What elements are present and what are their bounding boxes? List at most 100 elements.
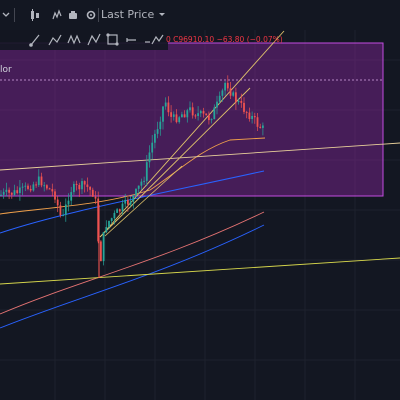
candle-body (240, 101, 243, 103)
candle-body (83, 181, 86, 185)
candle-body (251, 115, 253, 120)
moving-average-red (0, 211, 265, 315)
drawing-toolbar: lor (0, 30, 168, 75)
candle-body (21, 186, 24, 188)
candle-body (145, 162, 148, 181)
candle-body (191, 107, 194, 116)
price-chart[interactable] (0, 0, 400, 400)
candle-body (32, 184, 35, 191)
candle-body (183, 114, 186, 118)
candle-body (94, 196, 97, 199)
candle-body (118, 209, 121, 212)
ohlc-legend: 0 C96910.10 −63.80 (−0.07%) (166, 35, 283, 44)
candle-body (140, 181, 143, 186)
candle-body (70, 192, 73, 201)
candle-body (67, 200, 70, 205)
candle-body (189, 107, 191, 111)
candle-body (194, 115, 197, 117)
candle-body (253, 115, 256, 118)
trendline-support[interactable] (0, 257, 400, 285)
candle-body (40, 176, 43, 186)
candle-body (13, 190, 16, 195)
candle-body (262, 125, 264, 128)
candle-body (121, 203, 124, 212)
candle-body (54, 191, 56, 200)
candle-body (175, 114, 178, 123)
measure-icon[interactable] (151, 34, 164, 45)
candle-body (237, 101, 240, 103)
candle-body (205, 113, 208, 116)
moving-average-blue-lower (0, 224, 265, 329)
path-icon[interactable] (48, 34, 62, 46)
rectangle-icon[interactable] (106, 33, 119, 46)
candle-body (116, 209, 118, 213)
candle-body (154, 133, 156, 143)
candle-body (245, 111, 248, 113)
candle-body (167, 102, 170, 113)
candle-body (151, 142, 154, 153)
candle-body (113, 212, 116, 219)
candle-body (156, 129, 159, 134)
candle-body (226, 82, 229, 89)
candle-body (229, 88, 232, 96)
candle-body (221, 90, 224, 96)
candle-body (127, 199, 129, 205)
candle-body (19, 187, 21, 194)
candle-body (208, 115, 210, 121)
candle-body (5, 189, 8, 192)
candle-body (8, 189, 10, 193)
candle-body (10, 192, 13, 195)
candle-body (75, 183, 78, 185)
candle-body (259, 126, 262, 128)
candle-body (24, 185, 27, 187)
candle-body (197, 113, 199, 117)
candle-body (64, 204, 67, 215)
candle-body (137, 185, 140, 189)
candle-body (105, 227, 108, 233)
candle-body (2, 191, 5, 195)
candle-body (218, 95, 221, 102)
ticker-label: lor (0, 65, 12, 75)
candle-body (56, 199, 59, 206)
candle-body (29, 188, 32, 191)
candle-body (51, 189, 54, 192)
candle-body (181, 114, 183, 118)
candle-body (78, 184, 81, 190)
candle-body (35, 184, 37, 186)
candle-body (213, 107, 216, 120)
brush-icon[interactable] (29, 34, 40, 47)
candle-body (199, 111, 202, 114)
trend-angle-icon[interactable] (87, 33, 101, 46)
candle-body (102, 232, 105, 262)
candle-body (243, 102, 245, 112)
wave-icon[interactable] (67, 34, 81, 45)
ruler-icon[interactable] (126, 38, 136, 42)
highlight-zone-rectangle[interactable] (0, 42, 384, 197)
candle-body (86, 184, 89, 187)
candle-body (248, 112, 251, 120)
candle-body (59, 205, 62, 216)
candle-body (178, 117, 181, 123)
candle-body (124, 199, 127, 204)
candle-body (100, 241, 102, 262)
candle-body (256, 117, 259, 127)
candle-body (108, 220, 110, 228)
candle-body (62, 214, 64, 216)
candle-body (224, 82, 226, 91)
candle-body (148, 152, 151, 163)
candle-body (210, 119, 213, 121)
candle-body (43, 185, 46, 187)
candle-body (170, 112, 172, 117)
candle-body (89, 186, 91, 190)
candle-body (162, 106, 164, 122)
candle-body (232, 92, 235, 96)
candle-body (81, 181, 83, 190)
candle-body (235, 92, 237, 103)
candle-body (135, 188, 137, 196)
candle-body (172, 114, 175, 117)
candle-body (202, 111, 205, 114)
candle-body (46, 185, 48, 189)
candle-body (0, 194, 2, 196)
candle-body (132, 195, 135, 202)
candle-body (129, 201, 132, 205)
